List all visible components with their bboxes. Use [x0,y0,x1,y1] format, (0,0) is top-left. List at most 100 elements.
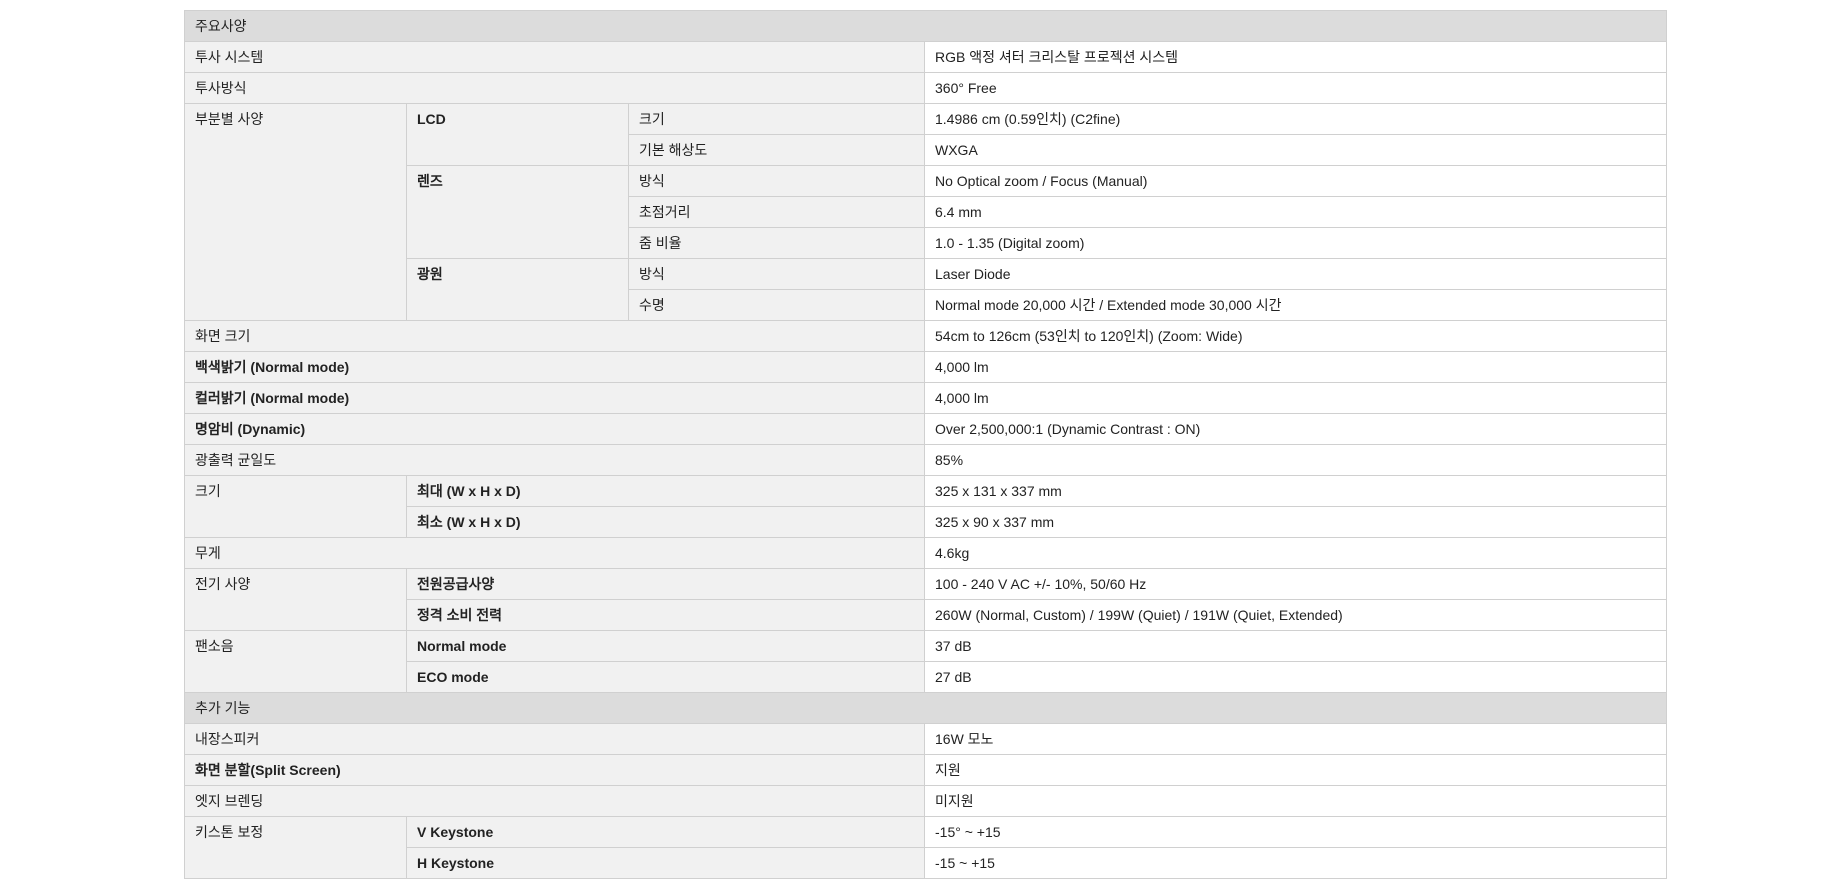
spec-value: -15° ~ +15 [923,816,1668,848]
spec-label: 컬러밝기 (Normal mode) [184,382,925,414]
spec-value: No Optical zoom / Focus (Manual) [923,165,1668,197]
spec-label-en: (Normal mode) [250,359,350,375]
spec-sublabel: V Keystone [406,816,925,848]
spec-label: 화면 분할(Split Screen) [184,754,925,786]
spec-table: 주요사양 투사 시스템 RGB 액정 셔터 크리스탈 프로젝션 시스템 투사방식… [183,10,1668,879]
spec-value: 260W (Normal, Custom) / 199W (Quiet) / 1… [923,599,1668,631]
spec-sublabel: 줌 비율 [628,227,925,259]
spec-value: 37 dB [923,630,1668,662]
spec-label-en: (W x H x D) [446,514,521,530]
spec-row: 전기 사양 전원공급사양 100 - 240 V AC +/- 10%, 50/… [184,568,1668,631]
spec-value: 325 x 90 x 337 mm [923,506,1668,538]
spec-value: 325 x 131 x 337 mm [923,475,1668,507]
spec-label-kr: 백색밝기 [195,359,247,375]
spec-row: 광원 방식 Laser Diode [185,258,1668,321]
spec-row: 명암비 (Dynamic) Over 2,500,000:1 (Dynamic … [184,413,1668,445]
spec-row: ECO mode 27 dB [185,661,1668,693]
spec-label-en: (Dynamic) [237,421,306,437]
spec-label: 명암비 (Dynamic) [184,413,925,445]
spec-value: 4.6kg [923,537,1668,569]
spec-value: Laser Diode [923,258,1668,290]
spec-value: WXGA [923,134,1668,166]
spec-value: 지원 [923,754,1668,786]
spec-row: 크기 최대 (W x H x D) 325 x 131 x 337 mm [184,475,1668,538]
spec-row: 컬러밝기 (Normal mode) 4,000 lm [184,382,1668,414]
spec-value: 16W 모노 [923,723,1668,755]
spec-sublabel: Normal mode [406,630,925,662]
spec-row: 렌즈 방식 No Optical zoom / Focus (Manual) [185,165,1668,259]
spec-label: 무게 [184,537,925,569]
spec-label: 투사방식 [184,72,925,104]
spec-label-kr: 최대 [417,483,443,499]
spec-label-en: (Normal mode) [250,390,350,406]
spec-label-kr: 화면 분할 [195,762,251,778]
spec-label-kr: 명암비 [195,421,234,437]
spec-sublabel: 최대 (W x H x D) [406,475,925,507]
spec-label: 화면 크기 [184,320,925,352]
spec-label-kr: 컬러밝기 [195,390,247,406]
spec-label-en: (Split Screen) [250,762,341,778]
spec-row: 내장스피커 16W 모노 [184,723,1668,755]
spec-sublabel: H Keystone [406,847,925,879]
spec-table-container: 주요사양 투사 시스템 RGB 액정 셔터 크리스탈 프로젝션 시스템 투사방식… [183,10,1668,879]
spec-sublabel: 수명 [628,289,925,321]
section-header-row: 추가 기능 [183,692,1668,724]
spec-row: 키스톤 보정 V Keystone -15° ~ +15 [184,816,1668,879]
spec-row: 부분별 사양 LCD 크기 1.4986 cm (0.59인치) (C2fine… [184,103,1668,321]
spec-value: 54cm to 126cm (53인치 to 120인치) (Zoom: Wid… [923,320,1668,352]
spec-row: 화면 분할(Split Screen) 지원 [184,754,1668,786]
spec-value: 1.4986 cm (0.59인치) (C2fine) [923,103,1668,135]
spec-row: 백색밝기 (Normal mode) 4,000 lm [184,351,1668,383]
spec-group-label: LCD [406,103,629,166]
spec-value: 360° Free [923,72,1668,104]
spec-row: 투사 시스템 RGB 액정 셔터 크리스탈 프로젝션 시스템 [184,41,1668,73]
spec-value: 4,000 lm [923,382,1668,414]
spec-label: 백색밝기 (Normal mode) [184,351,925,383]
spec-label: 전기 사양 [184,568,407,631]
spec-row: 투사방식 360° Free [184,72,1668,104]
spec-sublabel: 방식 [628,258,925,290]
spec-sublabel: 정격 소비 전력 [406,599,925,631]
spec-label-kr: 최소 [417,514,443,530]
spec-group-label: 렌즈 [406,165,629,259]
spec-value: 미지원 [923,785,1668,817]
spec-sublabel: ECO mode [406,661,925,693]
spec-value: 85% [923,444,1668,476]
spec-row: H Keystone -15 ~ +15 [185,847,1668,879]
spec-group-label: 광원 [406,258,629,321]
spec-label: 광출력 균일도 [184,444,925,476]
spec-sublabel: 방식 [628,165,925,197]
spec-value: 4,000 lm [923,351,1668,383]
spec-sublabel: 기본 해상도 [628,134,925,166]
spec-value: Normal mode 20,000 시간 / Extended mode 30… [923,289,1668,321]
spec-label: 크기 [184,475,407,538]
spec-label: 키스톤 보정 [184,816,407,879]
spec-sublabel: 최소 (W x H x D) [406,506,925,538]
spec-label-en: (W x H x D) [446,483,521,499]
spec-row: 팬소음 Normal mode 37 dB [184,630,1668,693]
spec-row: 화면 크기 54cm to 126cm (53인치 to 120인치) (Zoo… [184,320,1668,352]
spec-value: 100 - 240 V AC +/- 10%, 50/60 Hz [923,568,1668,600]
spec-value: RGB 액정 셔터 크리스탈 프로젝션 시스템 [923,41,1668,73]
spec-row: 최소 (W x H x D) 325 x 90 x 337 mm [185,506,1668,538]
spec-sublabel: 초점거리 [628,196,925,228]
section-title: 주요사양 [183,10,1668,42]
spec-value: 1.0 - 1.35 (Digital zoom) [923,227,1668,259]
spec-value: Over 2,500,000:1 (Dynamic Contrast : ON) [923,413,1668,445]
spec-value: -15 ~ +15 [923,847,1668,879]
spec-label: 엣지 브렌딩 [184,785,925,817]
spec-row: 엣지 브렌딩 미지원 [184,785,1668,817]
spec-row: 광출력 균일도 85% [184,444,1668,476]
spec-sublabel: 크기 [628,103,925,135]
spec-label: 팬소음 [184,630,407,693]
section-title: 추가 기능 [183,692,1668,724]
spec-value: 27 dB [923,661,1668,693]
spec-sublabel: 전원공급사양 [406,568,925,600]
spec-label: 투사 시스템 [184,41,925,73]
spec-row: 무게 4.6kg [184,537,1668,569]
spec-row: 정격 소비 전력 260W (Normal, Custom) / 199W (Q… [185,599,1668,631]
section-header-row: 주요사양 [183,10,1668,42]
spec-label: 내장스피커 [184,723,925,755]
spec-value: 6.4 mm [923,196,1668,228]
spec-label: 부분별 사양 [184,103,407,321]
